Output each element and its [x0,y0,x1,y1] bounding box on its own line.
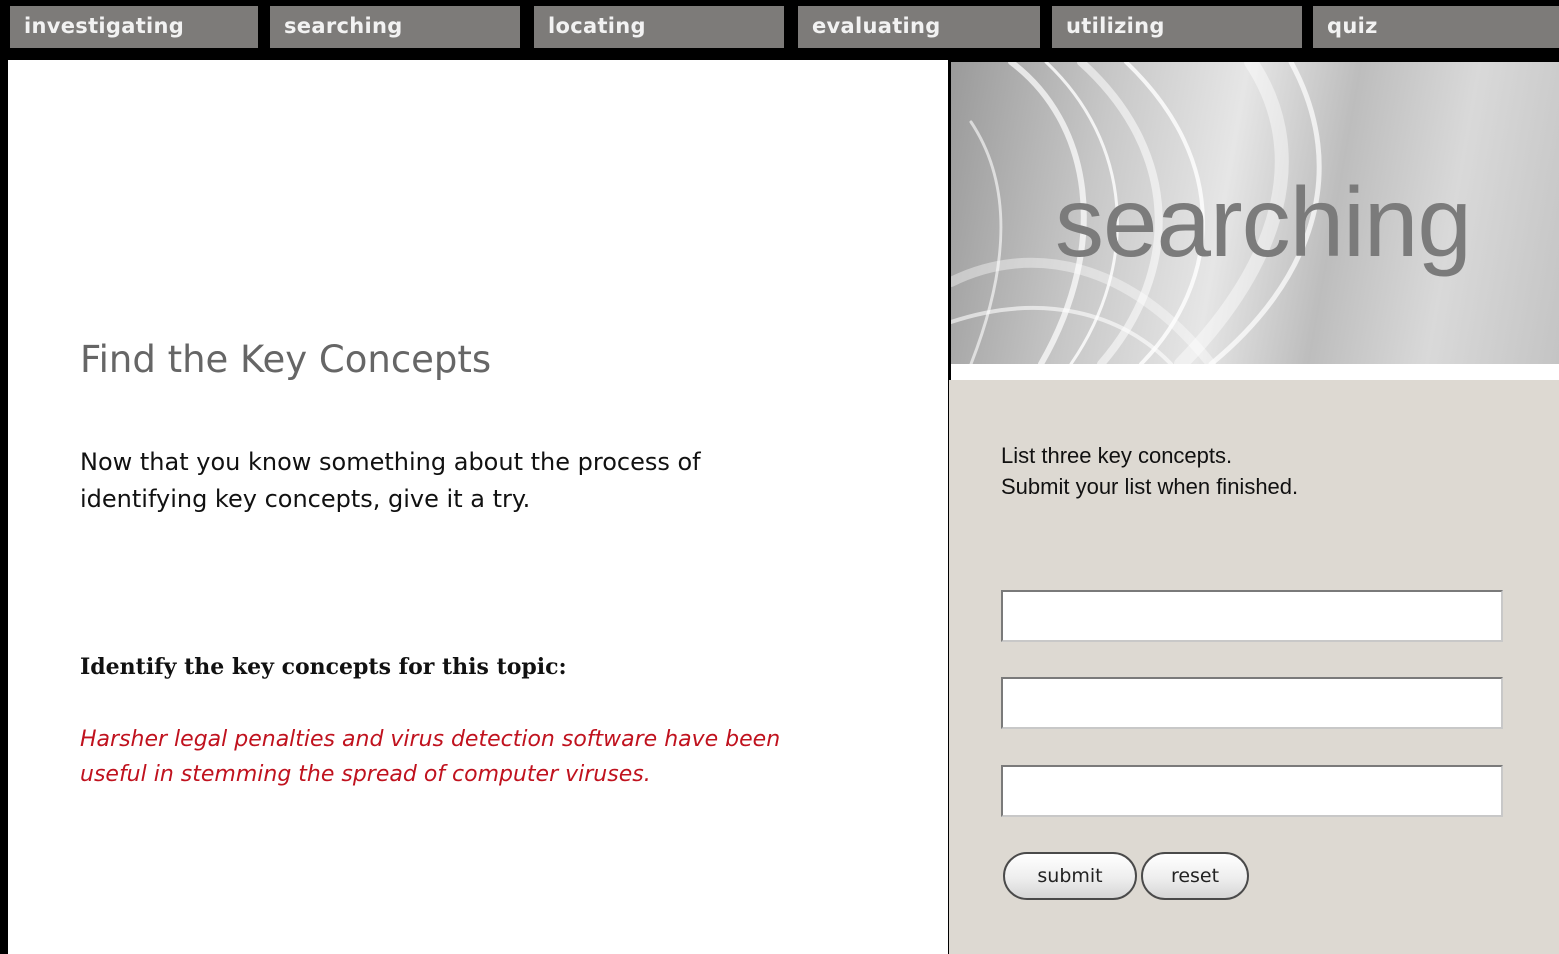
topic-line: useful in stemming the spread of compute… [80,762,651,787]
banner-divider [951,364,1559,380]
concepts-form: List three key concepts. Submit your lis… [949,380,1559,954]
page: investigating searching locating evaluat… [0,0,1559,954]
nav-tab-quiz[interactable]: quiz [1313,6,1559,48]
submit-button[interactable]: submit [1003,852,1137,900]
concept-input-1[interactable] [1001,590,1503,642]
intro-text: Now that you know something about the pr… [80,444,860,518]
banner-title: searching [1055,167,1472,277]
page-title: Find the Key Concepts [80,338,492,381]
instruction-line: Submit your list when finished. [1001,474,1299,499]
section-banner: searching [951,62,1559,364]
concept-input-2[interactable] [1001,677,1503,729]
intro-line: identifying key concepts, give it a try. [80,485,531,513]
nav-tab-investigating[interactable]: investigating [10,6,258,48]
nav-tab-locating[interactable]: locating [534,6,784,48]
instruction-line: List three key concepts. [1001,443,1233,468]
topic-line: Harsher legal penalties and virus detect… [80,727,781,752]
concept-input-3[interactable] [1001,765,1503,817]
form-instructions: List three key concepts. Submit your lis… [1001,440,1298,502]
nav-tab-searching[interactable]: searching [270,6,520,48]
nav-tab-evaluating[interactable]: evaluating [798,6,1040,48]
topic-statement: Harsher legal penalties and virus detect… [80,722,910,792]
intro-line: Now that you know something about the pr… [80,448,701,476]
task-label: Identify the key concepts for this topic… [80,654,567,680]
reset-button[interactable]: reset [1141,852,1249,900]
nav-tab-utilizing[interactable]: utilizing [1052,6,1302,48]
main-content: Find the Key Concepts Now that you know … [8,60,948,954]
